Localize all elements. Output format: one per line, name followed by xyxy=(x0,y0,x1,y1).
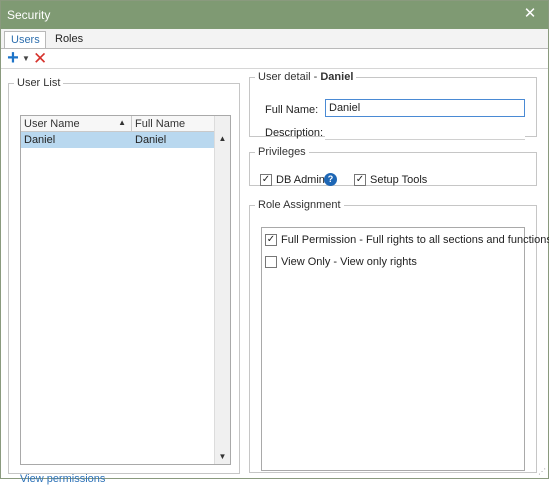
description-label: Description: xyxy=(265,127,324,139)
role-assignment-legend: Role Assignment xyxy=(258,199,341,211)
tab-strip: Users Roles xyxy=(1,29,548,50)
security-window: Security ✕ Users Roles + ▼ ✕ User List U… xyxy=(0,0,549,485)
privileges-legend: Privileges xyxy=(258,146,306,158)
column-header-label: User Name xyxy=(24,118,80,130)
resize-grip-icon[interactable]: ⋰ xyxy=(538,468,546,476)
window-title: Security xyxy=(7,8,51,22)
checkbox-checked-icon: ✓ xyxy=(354,174,366,186)
role-label: View Only - View only rights xyxy=(281,256,417,268)
user-detail-legend-prefix: User detail - xyxy=(258,71,318,83)
role-assignment-group: Role Assignment ✓ Full Permission - Full… xyxy=(249,199,549,473)
x-icon[interactable]: ✕ xyxy=(33,50,47,67)
db-admin-checkbox[interactable]: ✓ DB Admin xyxy=(260,174,325,188)
setup-tools-label: Setup Tools xyxy=(370,174,428,186)
scroll-down-icon[interactable]: ▼ xyxy=(215,450,230,464)
table-row[interactable]: Daniel Daniel xyxy=(21,132,214,148)
role-label: Full Permission - Full rights to all sec… xyxy=(281,234,549,246)
user-grid[interactable]: User Name ▲ Full Name Daniel Daniel ▲ ▼ xyxy=(20,115,231,465)
scroll-up-icon[interactable]: ▲ xyxy=(215,132,230,146)
role-view-only-checkbox[interactable]: View Only - View only rights xyxy=(265,256,523,270)
help-icon[interactable]: ? xyxy=(324,173,337,186)
checkbox-checked-icon: ✓ xyxy=(260,174,272,186)
description-field[interactable] xyxy=(325,122,525,140)
vertical-scrollbar[interactable]: ▲ ▼ xyxy=(214,116,230,464)
title-bar[interactable]: Security ✕ xyxy=(1,1,548,29)
privileges-group: Privileges ✓ DB Admin ? ✓ Setup Tools xyxy=(249,146,537,186)
user-detail-legend: User detail - Daniel xyxy=(255,71,356,83)
cell-full-name: Daniel xyxy=(135,134,167,146)
full-name-field[interactable] xyxy=(325,99,525,117)
column-header-full-name[interactable]: Full Name xyxy=(132,116,214,132)
user-list-group: User List User Name ▲ Full Name Daniel D… xyxy=(8,77,240,485)
cell-user-name: Daniel xyxy=(24,134,56,146)
content-area: User List User Name ▲ Full Name Daniel D… xyxy=(1,69,549,485)
checkbox-checked-icon: ✓ xyxy=(265,234,277,246)
user-list-legend: User List xyxy=(17,77,61,89)
plus-icon[interactable]: + xyxy=(5,48,21,68)
user-detail-group: User detail - Daniel Full Name: Descript… xyxy=(249,71,537,140)
checkbox-unchecked-icon xyxy=(265,256,277,268)
close-button[interactable]: ✕ xyxy=(522,5,538,23)
role-list[interactable]: ✓ Full Permission - Full rights to all s… xyxy=(261,227,549,471)
setup-tools-checkbox[interactable]: ✓ Setup Tools xyxy=(354,174,428,188)
toolbar: + ▼ ✕ xyxy=(1,48,548,69)
column-header-label: Full Name xyxy=(135,118,186,130)
user-detail-legend-user: Daniel xyxy=(320,71,354,83)
view-permissions-link[interactable]: View permissions xyxy=(20,473,105,485)
sort-ascending-icon: ▲ xyxy=(118,118,126,127)
caret-down-icon[interactable]: ▼ xyxy=(22,52,30,66)
db-admin-label: DB Admin xyxy=(276,174,325,186)
role-full-permission-checkbox[interactable]: ✓ Full Permission - Full rights to all s… xyxy=(265,234,549,248)
grid-header: User Name ▲ Full Name xyxy=(21,116,214,132)
full-name-label: Full Name: xyxy=(265,104,319,116)
column-header-user-name[interactable]: User Name ▲ xyxy=(21,116,132,132)
tab-roles[interactable]: Roles xyxy=(49,31,87,49)
